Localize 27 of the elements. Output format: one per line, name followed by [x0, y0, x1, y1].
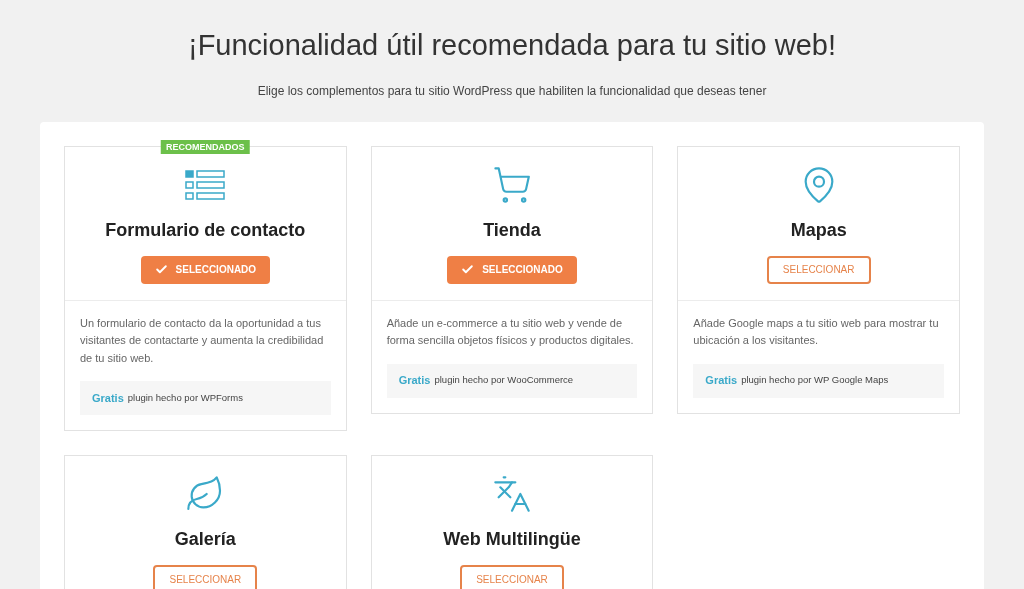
translate-icon — [492, 474, 532, 514]
plugin-credit: plugin hecho por WP Google Maps — [741, 373, 889, 388]
select-button[interactable]: SELECCIONADO — [140, 255, 271, 284]
select-button[interactable]: SELECCIONAR — [766, 255, 871, 284]
check-icon — [154, 263, 168, 276]
price-label: Gratis — [398, 373, 431, 389]
select-button[interactable]: SELECCIONAR — [460, 565, 564, 589]
shopping-cart-icon — [492, 164, 532, 205]
select-button[interactable]: SELECCIONADO — [447, 255, 577, 284]
card-title: Tienda — [483, 218, 541, 242]
card-description: Añade un e-commerce a tu sitio web y vende de forma sencilla objetos físicos y productos digitales. — [386, 315, 635, 348]
plugin-credit: plugin hecho por WPForms — [127, 390, 243, 405]
page-heading: ¡Funcionalidad útil recomendada para tu sitio web! — [187, 28, 836, 63]
card-title: Web Multilingüe — [443, 528, 581, 551]
page-subheading: Elige los complementos para tu sitio WordPress que habiliten la funcionalidad que deseas tener — [257, 82, 767, 100]
price-label: Gratis — [92, 390, 124, 406]
plugin-credit: plugin hecho por WooCommerce — [434, 373, 574, 388]
form-list-icon — [185, 169, 226, 200]
price-label: Gratis — [705, 373, 738, 389]
check-icon — [461, 263, 475, 276]
recommended-badge: RECOMENDADOS — [161, 139, 250, 154]
card-description: Añade Google maps a tu sitio web para mostrar tu ubicación a los visitantes. — [693, 315, 940, 348]
card-title: Formulario de contacto — [105, 218, 306, 242]
card-title: Galería — [174, 528, 236, 551]
card-description: Un formulario de contacto da la oportunidad a tus visitantes de contactarte y aumenta la credibilidad de tu sitio web. — [80, 315, 325, 366]
card-title: Mapas — [790, 218, 847, 242]
select-button[interactable]: SELECCIONAR — [153, 565, 258, 589]
